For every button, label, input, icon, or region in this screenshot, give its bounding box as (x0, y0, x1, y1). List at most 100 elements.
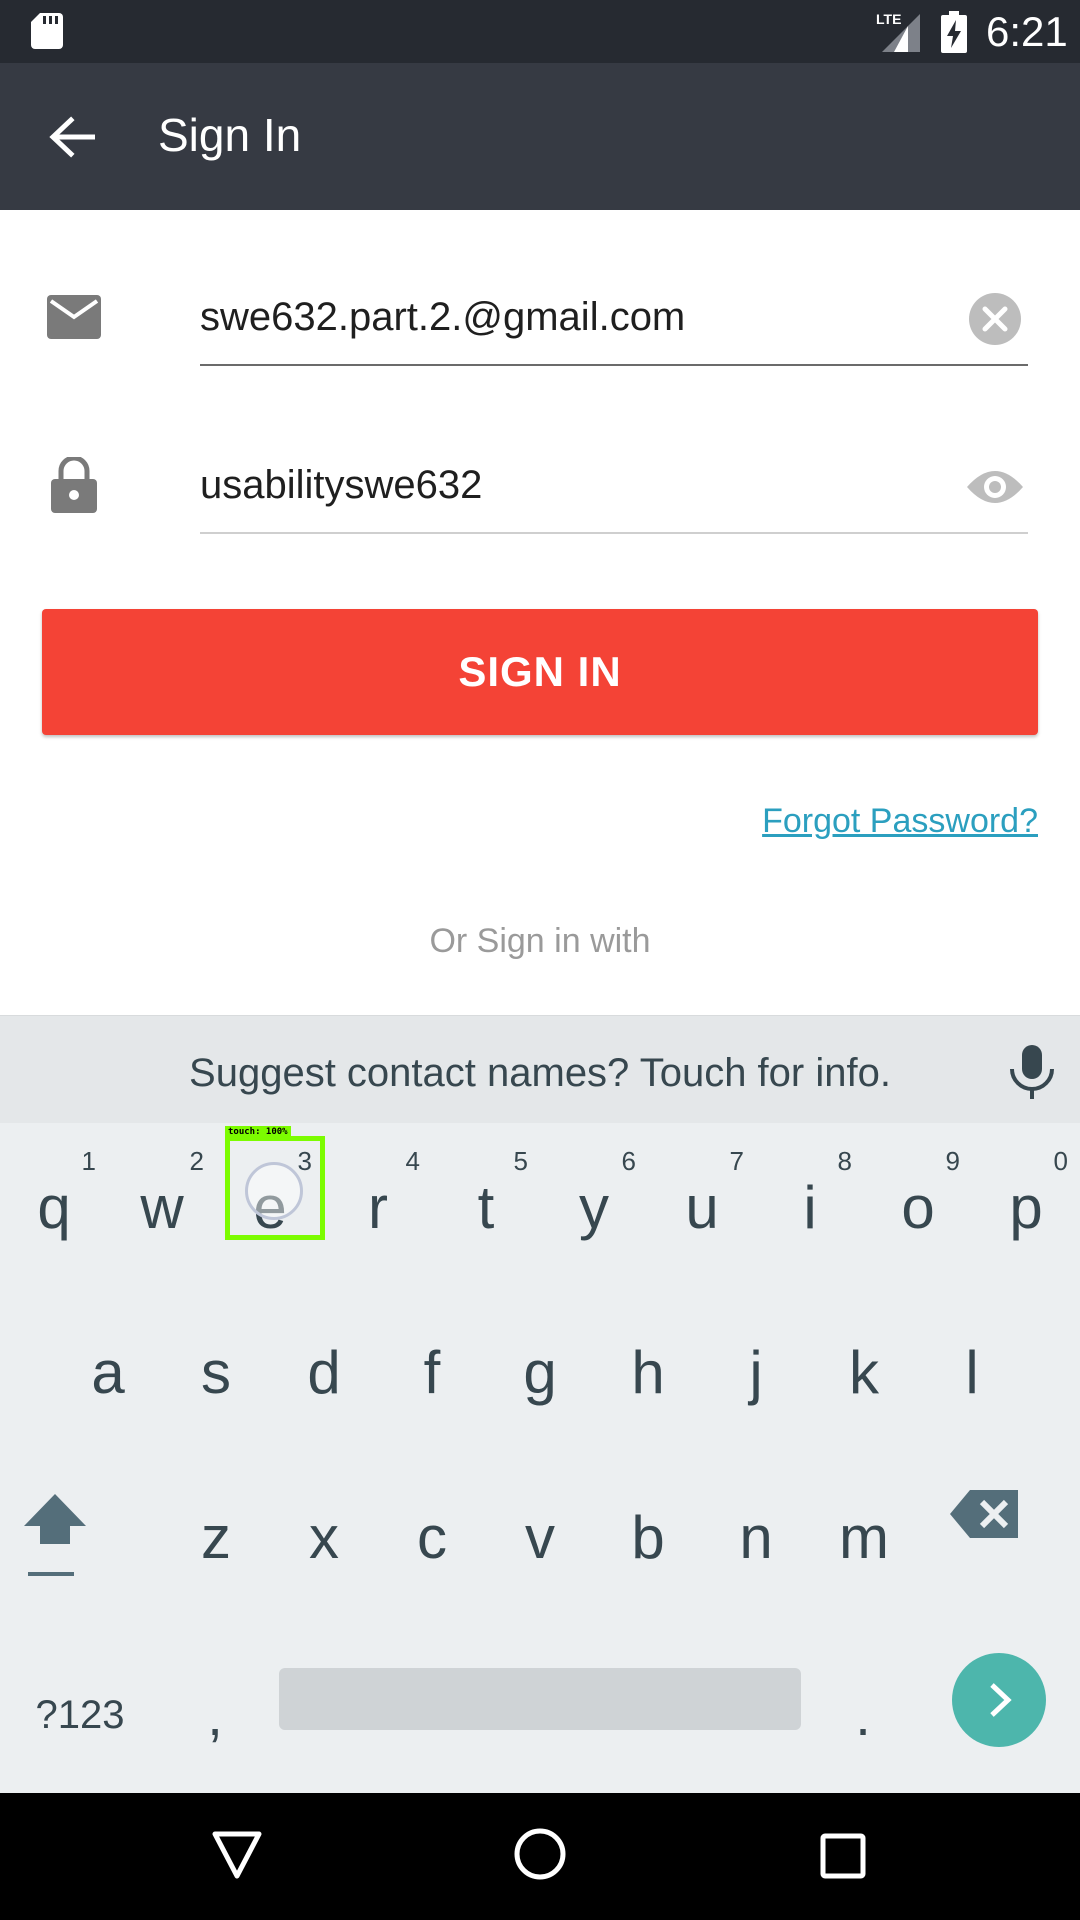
key-j[interactable]: j (702, 1295, 810, 1445)
touch-label: touch: 100% (225, 1126, 291, 1138)
status-bar: LTE 6:21 (0, 0, 1080, 63)
key-char: z (201, 1504, 231, 1571)
key-x[interactable]: x (270, 1460, 378, 1610)
key-char: w (140, 1174, 184, 1241)
touch-highlight-box (225, 1136, 325, 1240)
clear-email-button[interactable] (963, 287, 1027, 351)
key-number-hint: 8 (837, 1146, 852, 1176)
period-key[interactable]: . (828, 1660, 898, 1770)
lock-icon (44, 455, 104, 515)
key-char: p (1009, 1174, 1043, 1241)
email-field-row: swe632.part.2.@gmail.com (0, 265, 1080, 385)
key-q[interactable]: q1 (0, 1130, 108, 1280)
key-o[interactable]: o9 (864, 1130, 972, 1280)
key-char: o (901, 1174, 935, 1241)
key-p[interactable]: p0 (972, 1130, 1080, 1280)
chevron-right-icon (990, 1683, 1012, 1717)
suggestion-text[interactable]: Suggest contact names? Touch for info. (0, 1051, 1080, 1096)
key-char: x (309, 1504, 339, 1571)
key-number-hint: 0 (1053, 1146, 1068, 1176)
toggle-password-visibility-button[interactable] (963, 455, 1027, 519)
key-g[interactable]: g (486, 1295, 594, 1445)
key-char: c (417, 1504, 447, 1571)
key-t[interactable]: t5 (432, 1130, 540, 1280)
lte-signal-icon: LTE (876, 11, 920, 52)
key-number-hint: 2 (189, 1146, 204, 1176)
key-h[interactable]: h (594, 1295, 702, 1445)
key-char: v (525, 1504, 555, 1571)
nav-recents-icon[interactable] (820, 1833, 866, 1879)
key-char: u (685, 1174, 719, 1241)
key-s[interactable]: s (162, 1295, 270, 1445)
nav-home-icon[interactable] (513, 1827, 567, 1881)
key-char: l (965, 1339, 979, 1406)
key-m[interactable]: m (810, 1460, 918, 1610)
backspace-key[interactable] (950, 1490, 1060, 1620)
key-number-hint: 4 (405, 1146, 420, 1176)
key-char: r (368, 1174, 388, 1241)
key-char: q (37, 1174, 71, 1241)
password-underline (200, 532, 1028, 534)
microphone-icon[interactable] (1006, 1045, 1058, 1099)
backspace-icon (950, 1490, 1018, 1538)
key-number-hint: 6 (621, 1146, 636, 1176)
key-char: y (579, 1174, 609, 1241)
clear-icon (969, 293, 1021, 345)
key-n[interactable]: n (702, 1460, 810, 1610)
key-y[interactable]: y6 (540, 1130, 648, 1280)
key-char: k (849, 1339, 879, 1406)
email-input[interactable]: swe632.part.2.@gmail.com (200, 295, 685, 340)
password-input[interactable]: usabilityswe632 (200, 463, 482, 508)
symbols-key[interactable]: ?123 (20, 1660, 140, 1770)
or-sign-in-with-label: Or Sign in with (429, 922, 651, 960)
soft-keyboard: Suggest contact names? Touch for info. q… (0, 1015, 1080, 1793)
password-field-row: usabilityswe632 (0, 433, 1080, 553)
key-char: g (523, 1339, 557, 1406)
key-char: b (631, 1504, 665, 1571)
shift-key[interactable] (20, 1490, 130, 1620)
key-d[interactable]: d (270, 1295, 378, 1445)
key-b[interactable]: b (594, 1460, 702, 1610)
key-k[interactable]: k (810, 1295, 918, 1445)
key-a[interactable]: a (54, 1295, 162, 1445)
key-l[interactable]: l (918, 1295, 1026, 1445)
key-char: f (423, 1339, 441, 1406)
sd-card-icon (31, 13, 63, 49)
nav-back-icon[interactable] (212, 1831, 262, 1879)
key-char: d (307, 1339, 341, 1406)
key-char: t (477, 1174, 495, 1241)
key-number-hint: 7 (729, 1146, 744, 1176)
key-char: n (739, 1504, 773, 1571)
mail-icon (44, 287, 104, 347)
status-clock: 6:21 (986, 8, 1068, 55)
arrow-back-icon (49, 116, 95, 158)
key-v[interactable]: v (486, 1460, 594, 1610)
battery-charging-icon (941, 11, 967, 53)
space-key[interactable] (279, 1668, 801, 1730)
sign-in-button[interactable]: SIGN IN (42, 609, 1038, 735)
navigation-bar (0, 1793, 1080, 1920)
key-number-hint: 9 (945, 1146, 960, 1176)
enter-key[interactable] (952, 1653, 1046, 1747)
key-char: i (803, 1174, 817, 1241)
key-char: m (839, 1504, 889, 1571)
key-c[interactable]: c (378, 1460, 486, 1610)
key-i[interactable]: i8 (756, 1130, 864, 1280)
suggestion-strip[interactable]: Suggest contact names? Touch for info. (0, 1015, 1080, 1123)
svg-text:LTE: LTE (876, 11, 901, 27)
key-char: h (631, 1339, 665, 1406)
key-u[interactable]: u7 (648, 1130, 756, 1280)
key-r[interactable]: r4 (324, 1130, 432, 1280)
shift-icon (24, 1494, 86, 1576)
key-w[interactable]: w2 (108, 1130, 216, 1280)
key-number-hint: 1 (81, 1146, 96, 1176)
page-title: Sign In (158, 109, 302, 161)
forgot-password-link[interactable]: Forgot Password? (762, 802, 1038, 841)
visibility-icon (967, 471, 1023, 503)
key-f[interactable]: f (378, 1295, 486, 1445)
key-char: j (749, 1339, 763, 1406)
comma-key[interactable]: , (180, 1660, 250, 1770)
key-z[interactable]: z (162, 1460, 270, 1610)
email-underline (200, 364, 1028, 366)
back-button[interactable] (32, 101, 112, 173)
